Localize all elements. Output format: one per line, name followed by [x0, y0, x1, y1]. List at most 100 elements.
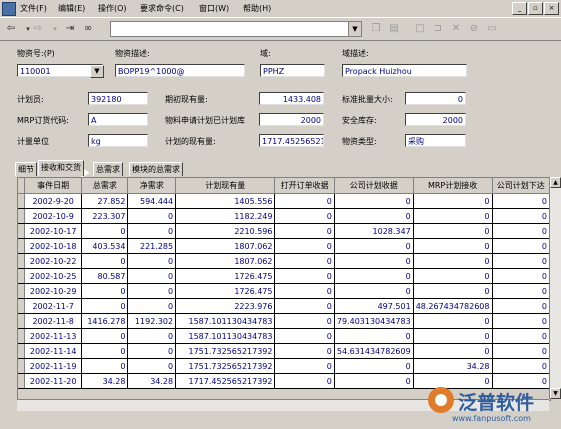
table-row[interactable]: 2002-11-19 0 0 1751.732565217392 0 0 34.28 0 — [18, 358, 550, 374]
row-header[interactable] — [18, 268, 26, 284]
material-desc-field[interactable]: BOPP19^1000@ — [115, 64, 245, 77]
table-cell[interactable]: 1192.302 — [127, 313, 177, 329]
column-header[interactable]: 公司计划收据 — [334, 178, 414, 194]
table-cell[interactable]: 0 — [127, 253, 177, 269]
table-cell[interactable]: 497.501 — [334, 298, 414, 314]
column-header[interactable]: 公司计划下达 — [492, 178, 550, 194]
table-cell[interactable]: 0 — [413, 343, 493, 359]
table-cell[interactable]: 0 — [274, 313, 335, 329]
table-cell[interactable]: 0 — [413, 268, 493, 284]
menu-operate[interactable]: 操作(O) — [98, 3, 127, 14]
event-date-cell[interactable]: 2002-10-17 — [24, 223, 83, 239]
domain-desc-field[interactable]: Propack Huizhou — [342, 64, 467, 77]
menu-window[interactable]: 窗口(W) — [199, 3, 229, 14]
req-plan-order-field[interactable]: 2000 — [259, 113, 324, 126]
close-button[interactable]: × — [544, 2, 559, 15]
table-cell[interactable]: 0 — [274, 358, 335, 374]
event-date-cell[interactable]: 2002-10-25 — [24, 268, 83, 284]
table-cell[interactable]: 0 — [413, 223, 493, 239]
forward-dropdown-icon[interactable]: ▾ — [47, 21, 63, 37]
open-icon[interactable]: ⊐ — [430, 21, 446, 37]
row-header[interactable] — [18, 298, 26, 314]
table-row[interactable]: 2002-11-14 0 0 1751.732565217392 0 54.6314347… — [18, 343, 550, 359]
table-cell[interactable]: 0 — [334, 283, 414, 299]
table-cell[interactable]: 0 — [127, 358, 177, 374]
event-date-cell[interactable]: 2002-11-7 — [24, 298, 83, 314]
safety-stock-field[interactable]: 2000 — [405, 113, 466, 126]
table-cell[interactable]: 0 — [334, 373, 414, 389]
table-cell[interactable]: 0 — [413, 328, 493, 344]
table-cell[interactable]: 1807.062 — [175, 238, 276, 254]
event-date-cell[interactable]: 2002-11-13 — [24, 328, 83, 344]
table-cell[interactable]: 0 — [81, 358, 129, 374]
table-cell[interactable]: 0 — [274, 193, 335, 209]
scroll-up-icon[interactable]: ▲ — [550, 177, 561, 188]
table-row[interactable]: 2002-11-7 0 0 2223.976 0 497.501 48.2674347826… — [18, 298, 550, 314]
row-header[interactable] — [18, 223, 26, 239]
table-cell[interactable]: 0 — [81, 223, 129, 239]
table-cell[interactable]: 0 — [127, 343, 177, 359]
table-cell[interactable]: 0 — [334, 253, 414, 269]
event-date-cell[interactable]: 2002-10-18 — [24, 238, 83, 254]
table-cell[interactable]: 0 — [334, 193, 414, 209]
refresh-icon[interactable]: ⊘ — [466, 21, 482, 37]
table-cell[interactable]: 0 — [492, 208, 550, 224]
table-cell[interactable]: 0 — [492, 238, 550, 254]
table-cell[interactable]: 223.307 — [81, 208, 129, 224]
table-row[interactable]: 2002-11-13 0 0 1587.101130434783 0 0 0 0 — [18, 328, 550, 344]
table-cell[interactable]: 0 — [274, 238, 335, 254]
menu-edit[interactable]: 编辑(E) — [58, 3, 85, 14]
column-header[interactable]: 事件日期 — [24, 178, 83, 194]
menu-commands[interactable]: 要求命令(C) — [140, 3, 184, 14]
table-cell[interactable]: 0 — [492, 298, 550, 314]
copy-icon[interactable]: ❐ — [368, 21, 384, 37]
event-date-cell[interactable]: 2002-10-29 — [24, 283, 83, 299]
event-date-cell[interactable]: 2002-11-8 — [24, 313, 83, 329]
table-cell[interactable]: 0 — [127, 328, 177, 344]
table-cell[interactable]: 0 — [81, 328, 129, 344]
table-cell[interactable]: 0 — [492, 193, 550, 209]
row-header[interactable] — [18, 328, 26, 344]
table-cell[interactable]: 0 — [81, 283, 129, 299]
table-cell[interactable]: 0 — [127, 268, 177, 284]
opening-stock-field[interactable]: 1433.408 — [259, 92, 324, 105]
table-cell[interactable]: 0 — [492, 268, 550, 284]
event-date-cell[interactable]: 2002-9-20 — [24, 193, 83, 209]
table-cell[interactable]: 1587.101130434783 — [175, 328, 276, 344]
table-row[interactable]: 2002-10-18 403.534 221.285 1807.062 0 0 0 0 — [18, 238, 550, 254]
table-row[interactable]: 2002-10-9 223.307 0 1182.249 0 0 0 0 — [18, 208, 550, 224]
table-cell[interactable]: 1717.452565217392 — [175, 373, 276, 389]
table-row[interactable]: 2002-10-22 0 0 1807.062 0 0 0 0 — [18, 253, 550, 269]
table-cell[interactable]: 0 — [81, 298, 129, 314]
table-cell[interactable]: 0 — [334, 208, 414, 224]
table-cell[interactable]: 0 — [274, 208, 335, 224]
table-cell[interactable]: 0 — [413, 313, 493, 329]
back-arrow-icon[interactable]: ⇦ — [3, 21, 19, 37]
table-cell[interactable]: 1726.475 — [175, 283, 276, 299]
unit-field[interactable]: kg — [88, 134, 148, 147]
table-cell[interactable]: 79.403130434783 — [334, 313, 414, 329]
tab-module-gross-requirements[interactable]: 模块的总需求 — [129, 162, 183, 176]
table-cell[interactable]: 594.444 — [127, 193, 177, 209]
table-cell[interactable]: 1182.249 — [175, 208, 276, 224]
table-cell[interactable]: 0 — [274, 283, 335, 299]
column-header[interactable]: 打开订单收据 — [274, 178, 335, 194]
table-cell[interactable]: 0 — [334, 268, 414, 284]
table-cell[interactable]: 34.28 — [127, 373, 177, 389]
table-cell[interactable]: 1751.732565217392 — [175, 358, 276, 374]
minimize-button[interactable]: _ — [512, 2, 527, 15]
chevron-down-icon[interactable]: ▼ — [348, 22, 361, 36]
column-header[interactable]: 净需求 — [127, 178, 177, 194]
table-cell[interactable]: 1726.475 — [175, 268, 276, 284]
column-header[interactable]: MRP计划接收 — [413, 178, 493, 194]
table-cell[interactable]: 0 — [413, 253, 493, 269]
table-cell[interactable]: 0 — [127, 283, 177, 299]
event-date-cell[interactable]: 2002-11-20 — [24, 373, 83, 389]
table-cell[interactable]: 34.28 — [413, 358, 493, 374]
table-cell[interactable]: 0 — [492, 313, 550, 329]
table-cell[interactable]: 0 — [274, 298, 335, 314]
table-cell[interactable]: 403.534 — [81, 238, 129, 254]
table-cell[interactable]: 1416.278 — [81, 313, 129, 329]
table-cell[interactable]: 0 — [274, 328, 335, 344]
table-cell[interactable]: 48.267434782608 — [413, 298, 493, 314]
